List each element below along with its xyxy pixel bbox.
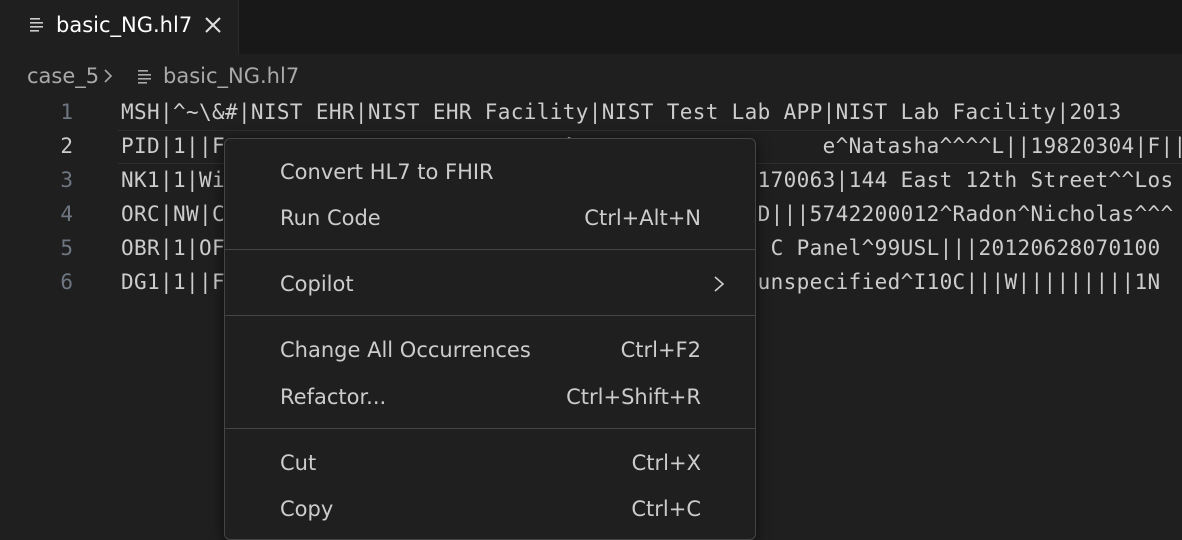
menu-item-shortcut: Ctrl+C [631,497,701,521]
line-number: 3 [60,168,73,192]
menu-separator [225,315,755,316]
chevron-right-icon [713,275,725,297]
menu-item-convert-hl7-to-fhir[interactable]: Convert HL7 to FHIR [225,152,755,192]
menu-item-shortcut: Ctrl+F2 [620,338,701,362]
close-icon[interactable] [203,15,223,39]
menu-item-label: Change All Occurrences [280,338,531,362]
menu-item-copy[interactable]: Copy Ctrl+C [225,489,755,529]
line-text[interactable]: MSH|^~\&#|NIST EHR|NIST EHR Facility|NIS… [121,100,1121,124]
line-number: 1 [60,100,73,124]
menu-item-label: Convert HL7 to FHIR [280,160,494,184]
breadcrumb-folder[interactable]: case_5 [27,64,99,88]
menu-item-run-code[interactable]: Run Code Ctrl+Alt+N [225,198,755,238]
menu-item-shortcut: Ctrl+X [631,451,701,475]
line-number: 6 [60,270,73,294]
menu-item-label: Refactor... [280,385,387,409]
menu-item-copilot[interactable]: Copilot [225,264,755,304]
chevron-right-icon [103,68,113,88]
tab-bar: basic_NG.hl7 [0,0,1182,54]
menu-separator [225,249,755,250]
line-number: 2 [60,134,73,158]
menu-item-change-all-occurrences[interactable]: Change All Occurrences Ctrl+F2 [225,330,755,370]
menu-item-label: Copilot [280,272,354,296]
menu-item-refactor[interactable]: Refactor... Ctrl+Shift+R [225,377,755,417]
line-number: 5 [60,236,73,260]
tab-basic-ng-hl7[interactable]: basic_NG.hl7 [0,0,239,54]
tab-title: basic_NG.hl7 [56,13,193,37]
file-lines-icon [30,17,44,37]
code-line[interactable]: 1 MSH|^~\&#|NIST EHR|NIST EHR Facility|N… [0,96,1182,130]
file-lines-icon [138,69,152,89]
menu-item-cut[interactable]: Cut Ctrl+X [225,443,755,483]
menu-item-label: Cut [280,451,317,475]
line-number: 4 [60,202,73,226]
context-menu: Convert HL7 to FHIR Run Code Ctrl+Alt+N … [224,138,756,540]
breadcrumb-file[interactable]: basic_NG.hl7 [163,64,299,88]
menu-item-shortcut: Ctrl+Shift+R [566,385,701,409]
breadcrumb: case_5 basic_NG.hl7 [0,54,1182,98]
menu-separator [225,428,755,429]
menu-item-label: Run Code [280,206,381,230]
menu-item-label: Copy [280,497,334,521]
menu-item-shortcut: Ctrl+Alt+N [584,206,701,230]
